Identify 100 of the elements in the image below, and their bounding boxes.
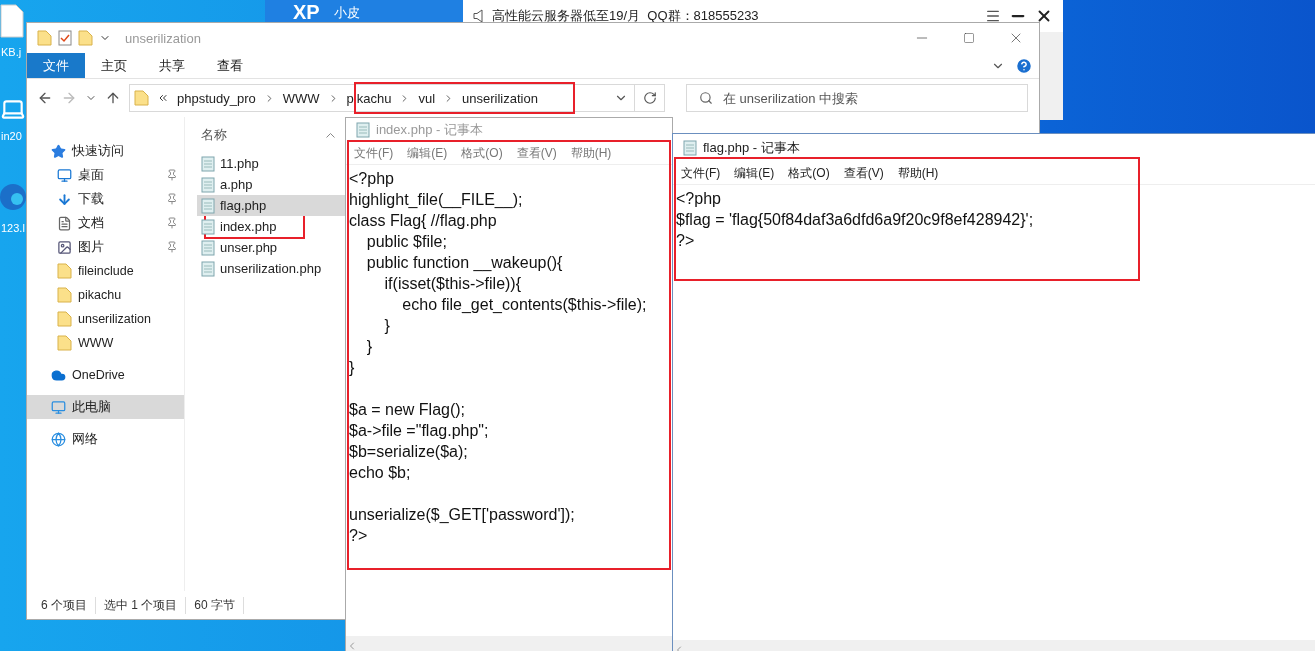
code-line: $flag = 'flag{50f84daf3a6dfd6a9f20c9f8ef428942}'; [676, 210, 1035, 230]
code-line: ?> [676, 231, 696, 251]
breadcrumb-link[interactable]: vul [418, 90, 436, 106]
text-file-icon [201, 260, 215, 277]
nav-item[interactable]: pikachu [27, 283, 184, 307]
status-text: 6 个项目 [41, 596, 96, 614]
folder-icon [134, 90, 149, 106]
nav-item[interactable]: 图片 [27, 235, 184, 259]
code-line: class Flag{ //flag.php [349, 211, 498, 231]
breadcrumb-link[interactable]: phpstudy_pro [177, 90, 256, 106]
menu-item[interactable]: 文件(F) [354, 146, 394, 160]
checklist-icon [58, 30, 72, 46]
folder-icon [37, 30, 52, 46]
app-name: 小皮 [333, 4, 360, 22]
menu-item[interactable]: 查看(V) [516, 146, 557, 160]
file-item[interactable]: a.php [197, 174, 345, 195]
nav-item[interactable]: WWW [27, 331, 184, 355]
nav-item[interactable]: unserilization [27, 307, 184, 331]
code-line: public function __wakeup(){ [365, 253, 564, 273]
picture-icon [57, 239, 72, 255]
code-line: } [349, 358, 356, 378]
network-icon [51, 431, 66, 447]
cloud-icon [51, 367, 66, 383]
folder-icon [57, 311, 72, 327]
code-line: <?php [349, 169, 395, 189]
menu-item[interactable]: 查看(V) [843, 166, 884, 180]
up-icon[interactable] [105, 90, 121, 106]
nav-item[interactable]: 下载 [27, 187, 184, 211]
sort-icon [326, 132, 335, 138]
file-item[interactable]: flag.php [197, 195, 345, 216]
maximize-icon[interactable] [962, 32, 975, 44]
breadcrumb-link[interactable]: WWW [282, 90, 320, 106]
column-header[interactable]: 名称 [201, 126, 227, 144]
file-item[interactable]: index.php [197, 216, 345, 237]
text-file-icon [201, 176, 215, 193]
download-icon [57, 191, 72, 207]
folder-icon [78, 30, 93, 46]
overflow-icon[interactable] [157, 92, 169, 104]
nav-item[interactable]: 快速访问 [27, 139, 184, 163]
app-logo: XP [293, 2, 320, 22]
ribbon-tab[interactable]: 文件 [27, 53, 85, 78]
ribbon-tab[interactable]: 主页 [85, 53, 143, 78]
nav-item[interactable]: 桌面 [27, 163, 184, 187]
file-icon [0, 4, 24, 38]
nav-item[interactable]: 此电脑 [27, 395, 184, 419]
menu-item[interactable]: 帮助(H) [570, 146, 612, 160]
menu-item[interactable]: 文件(F) [681, 166, 721, 180]
refresh-button[interactable] [635, 84, 665, 112]
text-file-icon [201, 218, 215, 235]
file-item[interactable]: unser.php [197, 237, 345, 258]
text-file-icon [201, 197, 215, 214]
breadcrumb-link[interactable]: unserilization [462, 90, 538, 106]
code-line: $a = new Flag(); [349, 400, 467, 420]
menu-item[interactable]: 帮助(H) [897, 166, 939, 180]
window-title: index.php - 记事本 [376, 121, 483, 139]
code-line: echo $b; [349, 463, 412, 483]
search-icon [699, 91, 713, 105]
status-text: 60 字节 [194, 596, 245, 614]
code-line: echo file_get_contents($this->file); [401, 295, 648, 315]
code-line: } [383, 316, 391, 336]
nav-item[interactable]: 网络 [27, 427, 184, 451]
code-line: if(isset($this->file)){ [383, 274, 523, 294]
code-line: <?php [676, 189, 722, 209]
code-line: $a->file ="flag.php"; [349, 421, 490, 441]
file-item[interactable]: unserilization.php [197, 258, 345, 279]
folder-icon [57, 287, 72, 303]
nav-item[interactable]: fileinclude [27, 259, 184, 283]
code-line: highlight_file(__FILE__); [349, 190, 524, 210]
back-icon[interactable] [37, 90, 53, 106]
menu-item[interactable]: 格式(O) [788, 166, 830, 180]
notepad-icon [683, 140, 697, 156]
text-file-icon [201, 239, 215, 256]
menu-item[interactable]: 编辑(E) [407, 146, 448, 160]
window-title: flag.php - 记事本 [703, 139, 800, 157]
text-file-icon [201, 155, 215, 172]
search-field[interactable]: 在 unserilization 中搜索 [686, 84, 1028, 112]
document-icon [57, 215, 72, 231]
status-text: 选中 1 个项目 [104, 596, 187, 614]
ribbon-tab[interactable]: 查看 [201, 53, 259, 78]
computer-icon [51, 399, 66, 415]
code-line: ?> [349, 526, 369, 546]
menu-item[interactable]: 编辑(E) [734, 166, 775, 180]
menu-item[interactable]: 格式(O) [461, 146, 503, 160]
notepad-icon [356, 122, 370, 138]
folder-icon [57, 335, 72, 351]
monitor-icon [57, 167, 72, 183]
help-icon[interactable] [1015, 56, 1033, 75]
star-icon [51, 143, 66, 159]
speaker-icon [473, 9, 484, 23]
refresh-icon [642, 91, 657, 105]
folder-icon [57, 263, 72, 279]
code-line: public $file; [365, 232, 448, 252]
nav-item[interactable]: 文档 [27, 211, 184, 235]
scroll-bar[interactable] [346, 636, 672, 651]
menu-icon[interactable] [985, 8, 1001, 24]
nav-item[interactable]: OneDrive [27, 363, 184, 387]
ribbon-tab[interactable]: 共享 [143, 53, 201, 78]
code-line: $b=serialize($a); [349, 442, 469, 462]
code-line: unserialize($_GET['password']); [349, 505, 576, 525]
file-item[interactable]: 11.php [197, 153, 345, 174]
